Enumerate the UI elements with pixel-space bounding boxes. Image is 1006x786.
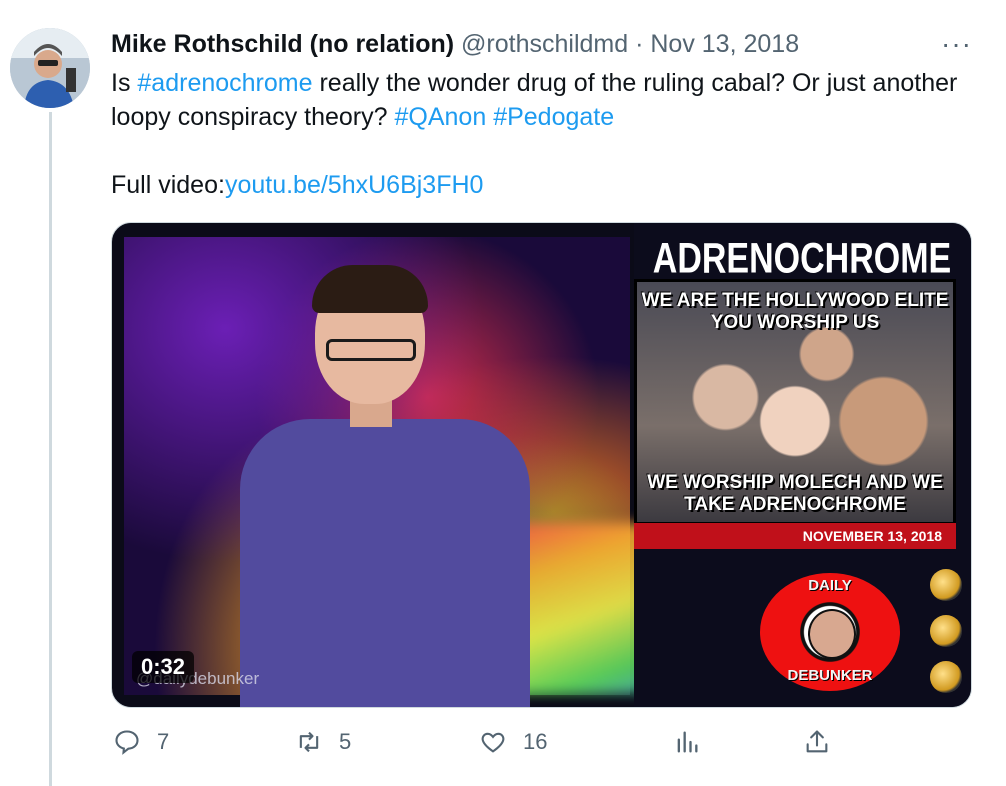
hashtag-pedogate[interactable]: #Pedogate [493, 103, 614, 131]
full-video-label: Full video: [111, 171, 225, 199]
poster-bottom-text: WE WORSHIP MOLECH AND WE TAKE ADRENOCHRO… [647, 472, 943, 515]
meme-poster: WE ARE THE HOLLYWOOD ELITE YOU WORSHIP U… [634, 279, 956, 525]
video-url-link[interactable]: youtu.be/5hxU6Bj3FH0 [225, 171, 483, 199]
avatar[interactable] [10, 28, 90, 108]
author-handle[interactable]: @rothschildmd [461, 30, 628, 58]
hashtag-qanon[interactable]: #QAnon [394, 103, 486, 131]
presenter-shirt [240, 419, 530, 707]
knob-icon [930, 661, 962, 693]
retweet-icon [299, 731, 319, 753]
share-button[interactable] [803, 728, 847, 756]
tweet-date[interactable]: Nov 13, 2018 [650, 30, 799, 58]
like-button[interactable]: 16 [479, 728, 547, 756]
thread-line [49, 112, 52, 786]
presenter [240, 265, 540, 707]
logo-top-text: DAILY [808, 577, 852, 594]
knob-icon [930, 569, 962, 601]
tweet-header: Mike Rothschild (no relation) @rothschil… [111, 30, 976, 62]
presenter-glasses [326, 339, 416, 361]
side-title: ADRENOCHROME [652, 235, 952, 283]
heart-icon [481, 732, 505, 753]
logo-bottom-text: DEBUNKER [787, 667, 873, 684]
retweet-button[interactable]: 5 [295, 728, 351, 756]
poster-top-text: WE ARE THE HOLLYWOOD ELITE YOU WORSHIP U… [641, 290, 949, 333]
video-side-panel: ADRENOCHROME WE ARE THE HOLLYWOOD ELITE … [634, 223, 971, 707]
hashtag-adrenochrome[interactable]: #adrenochrome [137, 69, 312, 97]
retweet-count: 5 [339, 729, 352, 754]
author-name[interactable]: Mike Rothschild (no relation) [111, 30, 454, 58]
daily-debunker-logo: DAILY DEBUNKER [760, 573, 900, 691]
action-bar: 7 5 16 [111, 728, 971, 764]
views-button[interactable] [673, 728, 717, 756]
presenter-hair [312, 265, 428, 313]
knob-icon [930, 615, 962, 647]
date-strip: NOVEMBER 13, 2018 [634, 523, 956, 549]
meta-separator: · [635, 30, 644, 58]
like-count: 16 [523, 729, 548, 754]
views-chart-icon [677, 731, 698, 753]
logo-face [808, 609, 856, 659]
video-player[interactable]: @dailydebunker 0:32 ADRENOCHROME WE ARE … [111, 222, 972, 708]
text-part: Is [111, 69, 138, 97]
avatar-image [10, 28, 90, 108]
share-icon [806, 730, 828, 753]
tweet-text: Is #adrenochrome really the wonder drug … [111, 66, 971, 202]
duration-badge: 0:32 [132, 651, 195, 683]
reply-icon [115, 730, 139, 755]
reply-button[interactable]: 7 [113, 728, 169, 756]
more-options-icon[interactable]: ··· [941, 28, 972, 60]
reply-count: 7 [157, 729, 170, 754]
